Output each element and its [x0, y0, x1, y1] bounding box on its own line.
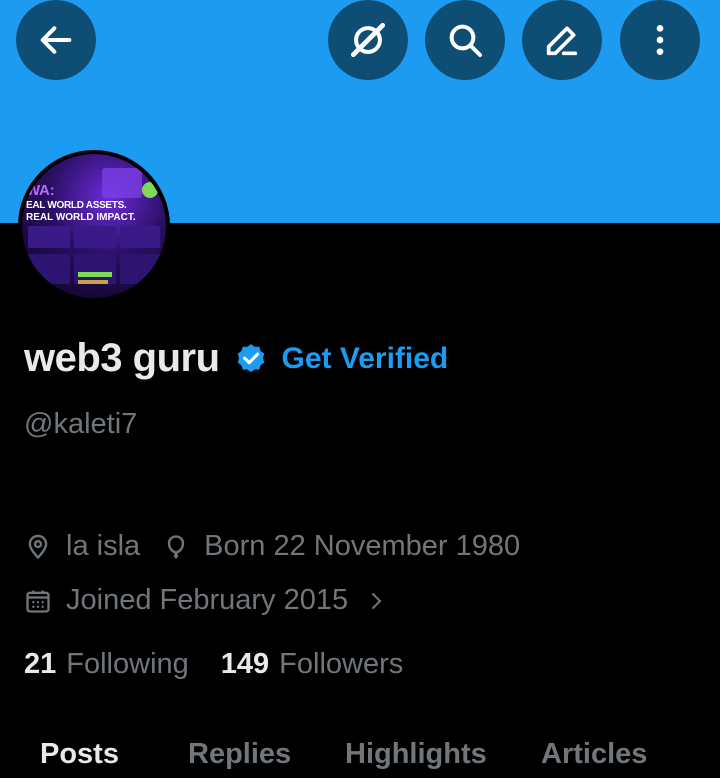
born-text: Born 22 November 1980 [204, 530, 521, 562]
edit-icon [546, 26, 578, 56]
joined-item[interactable]: Joined February 2015 [24, 584, 388, 617]
verified-badge-icon [237, 343, 264, 372]
location-pin-icon [28, 534, 48, 559]
back-button[interactable] [16, 0, 96, 80]
profile-tabs: Posts Replies Highlights Articles [0, 738, 720, 778]
following-count[interactable]: 21 [24, 648, 56, 681]
avatar[interactable]: WA: EAL WORLD ASSETS. REAL WORLD IMPACT. [18, 150, 170, 302]
joined-text: Joined February 2015 [66, 584, 349, 616]
following-label[interactable]: Following [66, 648, 189, 681]
search-icon [449, 24, 482, 57]
calendar-icon [26, 590, 50, 613]
grok-icon [350, 22, 386, 58]
arrow-left-icon [40, 26, 72, 54]
search-button[interactable] [425, 0, 505, 80]
display-name: web3 guru [24, 336, 220, 380]
tab-highlights[interactable]: Highlights [345, 738, 487, 771]
location-item: la isla [24, 530, 140, 563]
avatar-infographic-graphic [28, 168, 160, 284]
tab-articles[interactable]: Articles [541, 738, 647, 771]
get-verified-link[interactable]: Get Verified [282, 342, 449, 376]
edit-button[interactable] [522, 0, 602, 80]
profile-name-row: web3 guru Get Verified [24, 336, 448, 381]
followers-count[interactable]: 149 [221, 648, 269, 681]
profile-info-row-1: la isla Born 22 November 1980 [24, 530, 520, 563]
balloon-icon [167, 534, 185, 559]
user-handle: @kaleti7 [24, 408, 138, 440]
more-options-button[interactable] [620, 0, 700, 80]
follow-stats: 21 Following 149 Followers [24, 648, 403, 681]
tab-posts[interactable]: Posts [40, 738, 119, 771]
chevron-right-icon [372, 592, 382, 609]
birthday-item: Born 22 November 1980 [162, 530, 520, 563]
profile-info-row-2[interactable]: Joined February 2015 [24, 584, 388, 617]
location-text: la isla [66, 530, 141, 562]
more-icon [656, 25, 664, 55]
followers-label[interactable]: Followers [279, 648, 403, 681]
tab-replies[interactable]: Replies [188, 738, 291, 771]
grok-button[interactable] [328, 0, 408, 80]
avatar-image: WA: EAL WORLD ASSETS. REAL WORLD IMPACT. [22, 154, 166, 298]
